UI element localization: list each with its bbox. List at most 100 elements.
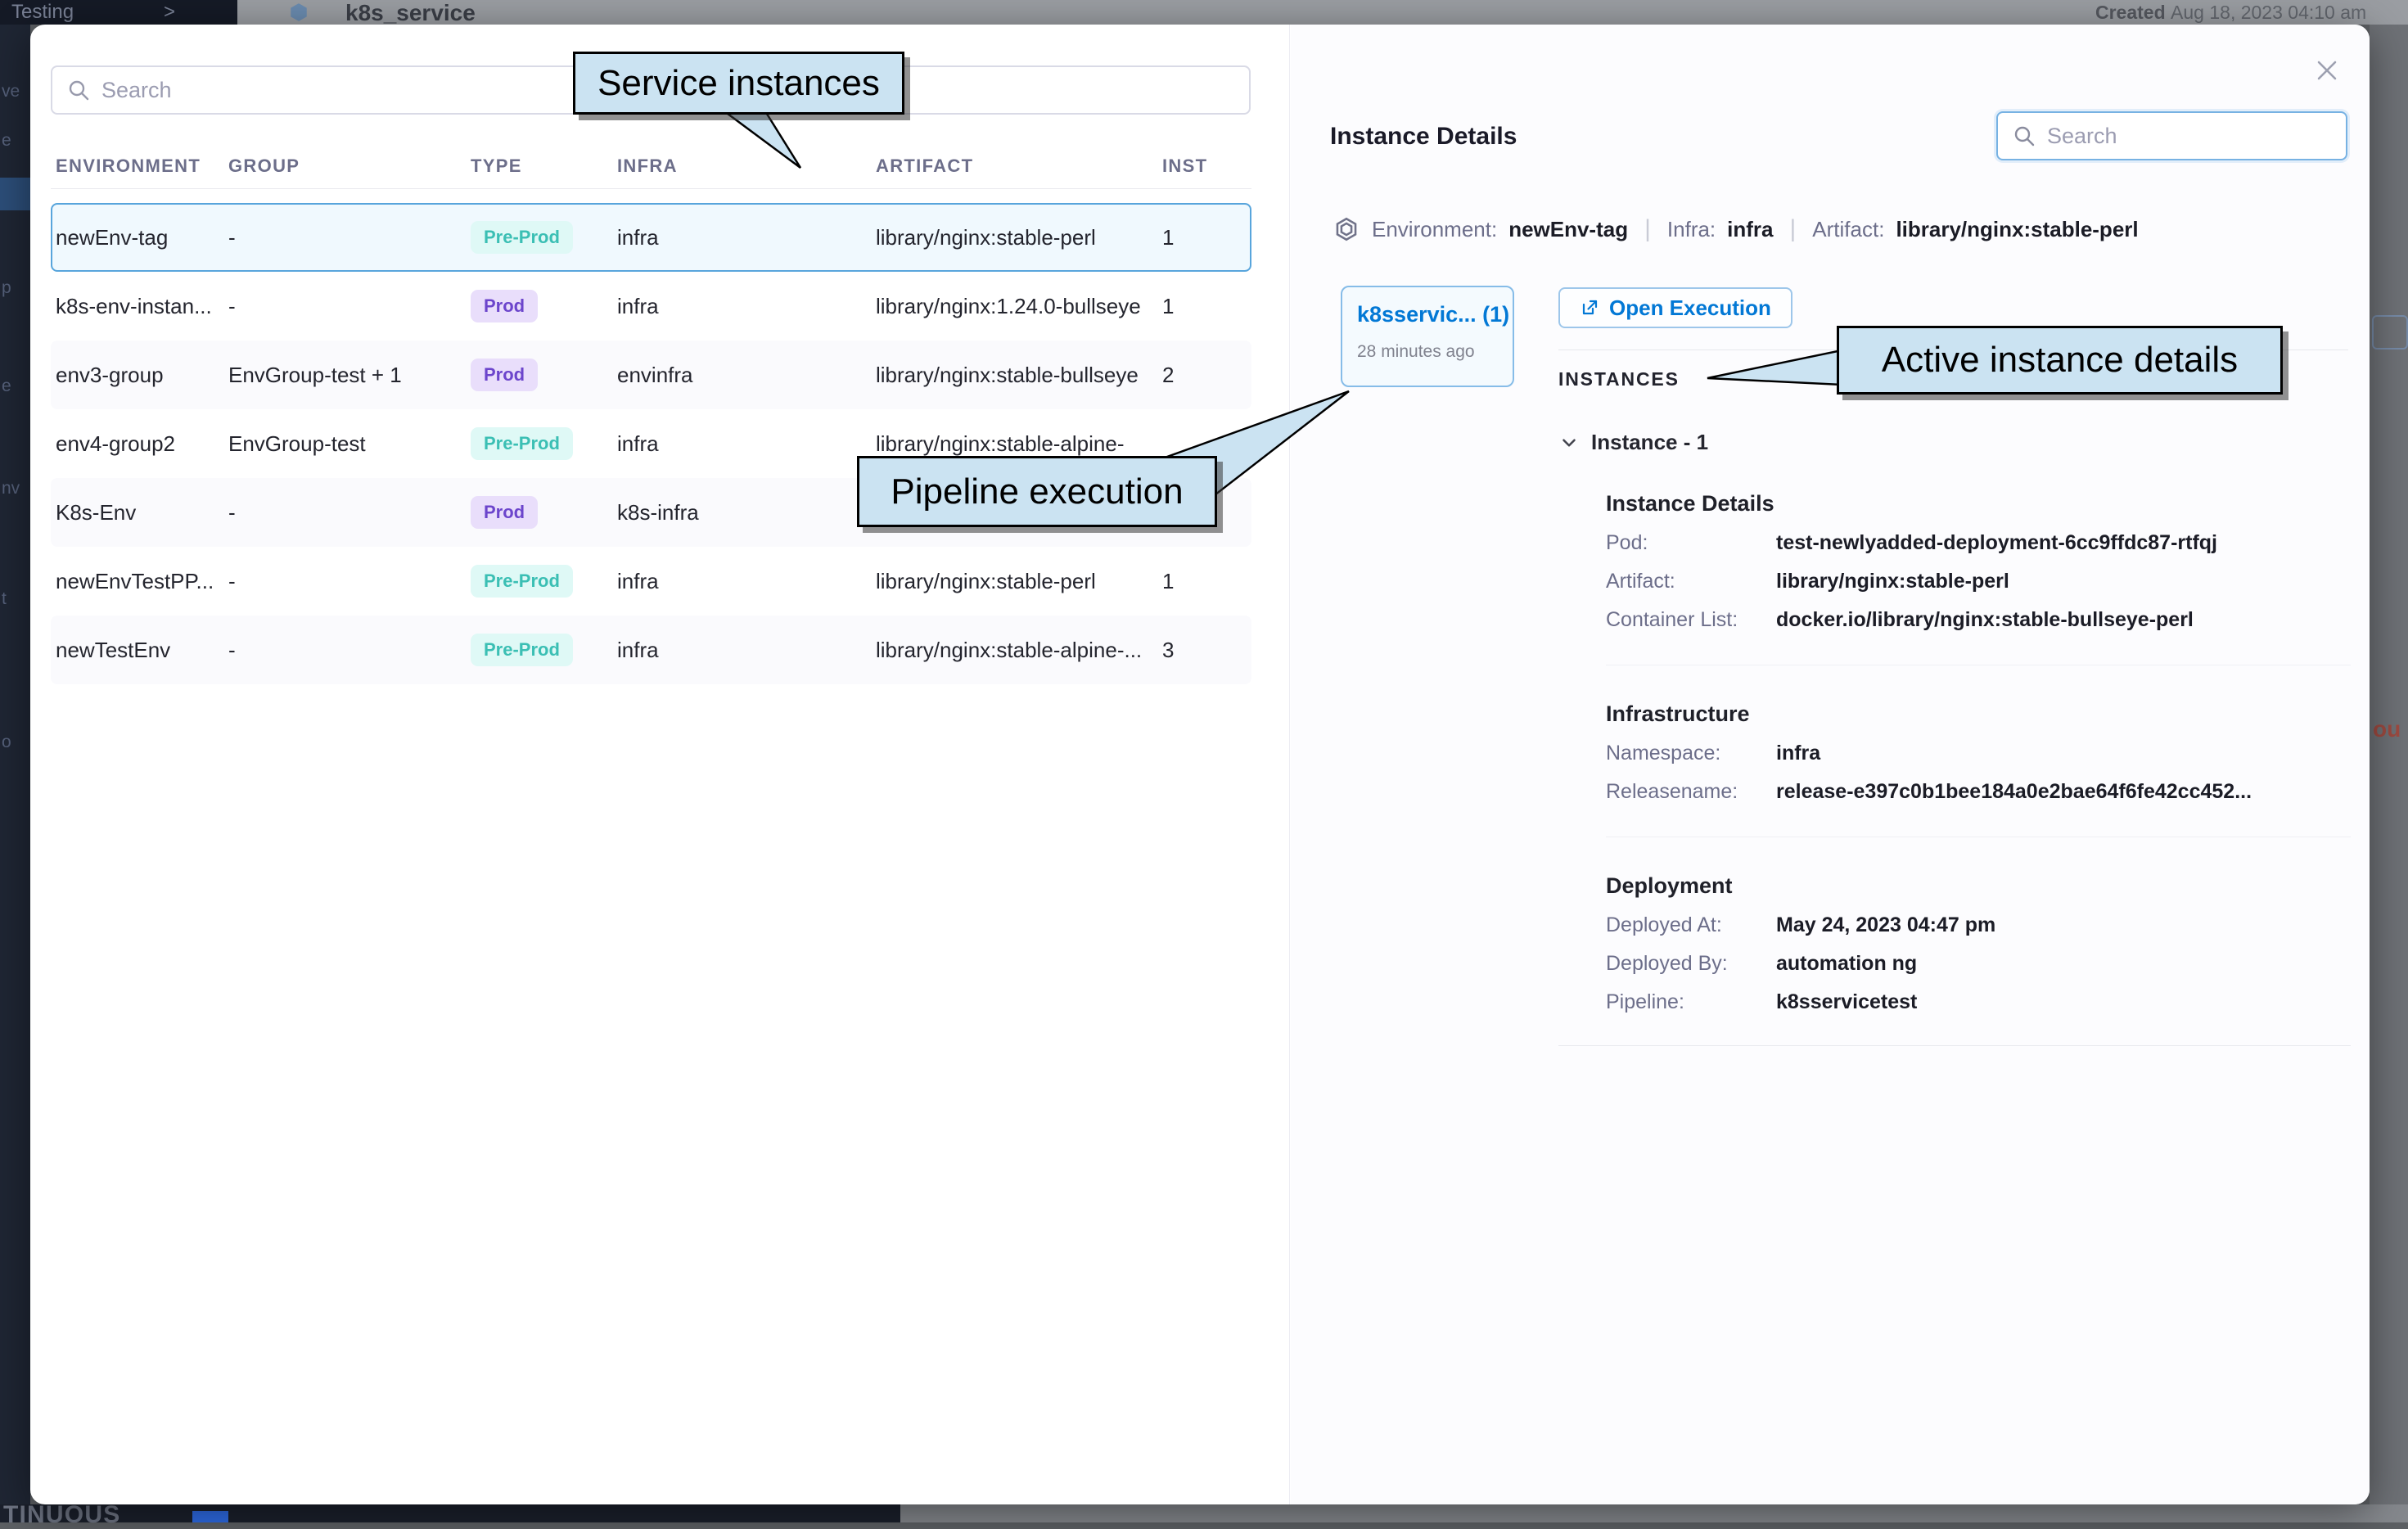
search-icon [67,79,90,101]
releasename-label: Releasename: [1606,780,1776,804]
callout-service-instances: Service instances [573,52,904,115]
callout-active-instance-details: Active instance details [1837,326,2283,395]
sidebar-fragment: e [2,377,11,396]
instance-expander[interactable]: Instance - 1 [1558,430,2351,455]
deployed-at-label: Deployed At: [1606,913,1776,937]
cell-infra: k8s-infra [617,500,876,525]
infra-value: infra [1727,217,1773,242]
open-execution-label: Open Execution [1609,295,1771,321]
service-instances-panel: ENVIRONMENT GROUP TYPE INFRA ARTIFACT IN… [30,25,1290,1504]
container-list-value: docker.io/library/nginx:stable-bullseye-… [1776,608,2194,632]
sidebar-fragment: ve [2,82,20,101]
environment-icon [1333,215,1360,243]
col-inst: INST [1162,156,1251,177]
service-instances-modal: ENVIRONMENT GROUP TYPE INFRA ARTIFACT IN… [30,25,2370,1504]
cell-artifact: library/nginx:stable-alpine- [876,431,1162,457]
col-group: GROUP [228,156,471,177]
sidebar-fragment: nv [2,479,20,498]
environment-label: Environment: [1372,217,1497,242]
cell-infra: infra [617,638,876,663]
pipeline-execution-card[interactable]: k8sservic... (1) 28 minutes ago [1341,286,1514,387]
table-row[interactable]: newEnvTestPP... - Pre-Prod infra library… [51,547,1251,616]
external-link-icon [1580,298,1599,318]
search-input[interactable] [2047,124,2346,149]
instance-search[interactable] [1996,111,2347,160]
pipeline-value: k8sservicetest [1776,990,1917,1014]
section-heading: Infrastructure [1606,701,2351,727]
cell-environment: newEnv-tag [56,225,228,250]
releasename-value: release-e397c0b1bee184a0e2bae64f6fe42cc4… [1776,780,2252,804]
sidebar-fragment: t [2,589,7,609]
separator: | [1785,215,1801,243]
cell-infra: infra [617,225,876,250]
instance-card: Instance - 1 Instance Details Pod:test-n… [1558,430,2351,1046]
background-accent-rect [192,1511,228,1522]
execution-time: 28 minutes ago [1357,342,1513,362]
cell-artifact: library/nginx:1.24.0-bullseye [876,294,1162,319]
sidebar-fragment: e [2,131,11,151]
cell-environment: K8s-Env [56,500,228,525]
environment-value: newEnv-tag [1508,217,1628,242]
cell-environment: env3-group [56,363,228,388]
breadcrumb-fragment: Testing [11,1,74,24]
background-right-bluebox [2372,315,2408,350]
deployed-at-value: May 24, 2023 04:47 pm [1776,913,1995,937]
sidebar-fragment: o [2,733,11,752]
col-type: TYPE [471,156,617,177]
cell-artifact: library/nginx:stable-perl [876,569,1162,594]
deployed-by-label: Deployed By: [1606,952,1776,976]
background-created-text: Created Aug 18, 2023 04:10 am [2095,2,2366,24]
background-topbar: Testing > k8s_service Created Aug 18, 20… [0,0,2408,25]
container-list-label: Container List: [1606,608,1776,632]
instance-details-section: Instance Details Pod:test-newlyadded-dep… [1606,491,2351,632]
instance-title: Instance - 1 [1591,430,1708,455]
instance-summary-bar: Environment: newEnv-tag | Infra: infra |… [1333,211,2139,247]
cell-group: - [228,225,471,250]
cell-inst: 1 [1162,569,1250,594]
table-row[interactable]: newEnv-tag - Pre-Prod infra library/ngin… [51,203,1251,272]
namespace-label: Namespace: [1606,742,1776,765]
cell-artifact: library/nginx:stable-perl [876,225,1162,250]
close-icon[interactable] [2306,49,2348,92]
cell-group: EnvGroup-test + 1 [228,363,471,388]
open-execution-button[interactable]: Open Execution [1558,287,1792,328]
cell-group: - [228,294,471,319]
right-edge-fragment: ou [2373,716,2401,742]
infra-label: Infra: [1667,217,1716,242]
chevron-down-icon [1558,432,1580,453]
table-header: ENVIRONMENT GROUP TYPE INFRA ARTIFACT IN… [51,143,1251,189]
env-type-badge: Pre-Prod [471,565,573,598]
search-icon [2013,124,2036,147]
table-row[interactable]: env3-group EnvGroup-test + 1 Prod envinf… [51,341,1251,409]
pod-label: Pod: [1606,531,1776,555]
deployment-section: Deployment Deployed At:May 24, 2023 04:4… [1606,873,2351,1014]
col-artifact: ARTIFACT [876,156,1162,177]
pipeline-label: Pipeline: [1606,990,1776,1014]
cell-group: - [228,500,471,525]
table-row[interactable]: newTestEnv - Pre-Prod infra library/ngin… [51,616,1251,684]
cell-group: EnvGroup-test [228,431,471,457]
cell-environment: k8s-env-instan... [56,294,228,319]
deployed-by-value: automation ng [1776,952,1917,976]
artifact-value: library/nginx:stable-perl [1776,570,2009,593]
cell-inst: 1 [1162,294,1250,319]
instances-section-label: INSTANCES [1558,368,1680,390]
section-heading: Deployment [1606,873,2351,899]
artifact-value: library/nginx:stable-perl [1896,217,2138,242]
background-bottombar: TINUOUS [0,1504,2408,1522]
env-type-badge: Prod [471,359,538,391]
cell-infra: envinfra [617,363,876,388]
table-row[interactable]: k8s-env-instan... - Prod infra library/n… [51,272,1251,341]
breadcrumb-chevron-icon: > [164,1,175,24]
cell-environment: env4-group2 [56,431,228,457]
cell-environment: newTestEnv [56,638,228,663]
callout-pipeline-execution: Pipeline execution [857,456,1217,527]
cell-group: - [228,638,471,663]
sidebar-active-highlight [0,178,30,210]
created-value: Aug 18, 2023 04:10 am [2171,2,2366,23]
background-bottombar-navy: TINUOUS [0,1504,900,1522]
artifact-label: Artifact: [1606,570,1776,593]
execution-name: k8sservic... (1) [1357,302,1513,327]
cell-inst: 1 [1162,225,1250,250]
cell-environment: newEnvTestPP... [56,569,228,594]
